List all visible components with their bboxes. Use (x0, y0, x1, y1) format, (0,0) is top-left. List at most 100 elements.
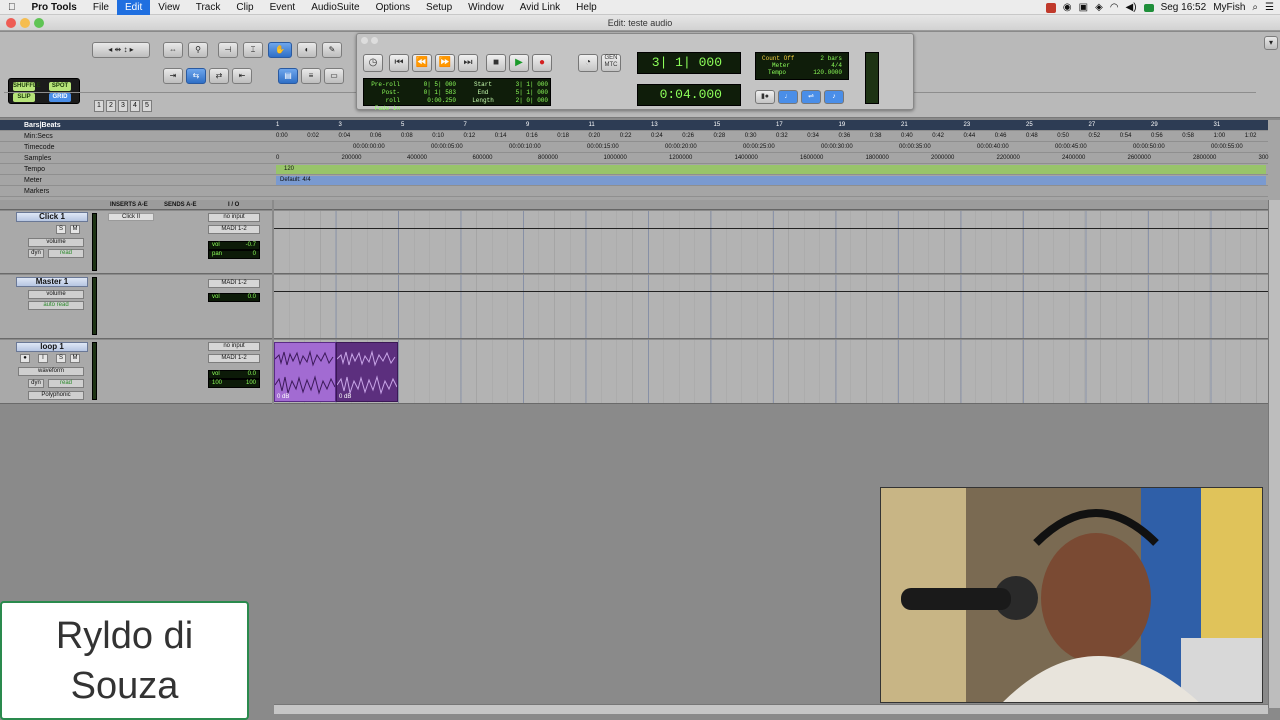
pan-value[interactable]: 0 (253, 251, 256, 258)
close-window-icon[interactable] (6, 18, 16, 28)
menu-help[interactable]: Help (568, 0, 605, 15)
toolbar-menu-icon[interactable]: ▾ (1264, 36, 1278, 50)
length-value[interactable]: 2| 0| 000 (504, 97, 548, 105)
menu-audiosuite[interactable]: AudioSuite (303, 0, 367, 15)
transport-minimize-icon[interactable] (371, 37, 378, 44)
wifi-icon[interactable]: ◠ (1110, 2, 1119, 13)
zoom-tool-icon[interactable]: ⚲ (188, 42, 208, 58)
menu-track[interactable]: Track (188, 0, 229, 15)
wait-for-note-icon[interactable]: ▮● (755, 90, 775, 104)
dyn-button[interactable]: dyn (28, 379, 44, 388)
online-icon[interactable]: ◷ (363, 54, 383, 72)
link-track-icon[interactable]: ⇄ (209, 68, 229, 84)
pan-display[interactable]: 100 100 (208, 379, 260, 388)
clock[interactable]: Seg 16:52 (1161, 2, 1207, 13)
mute-button[interactable]: M (70, 354, 80, 363)
elastic-audio-mode[interactable]: Polyphonic (28, 391, 84, 400)
preroll-value[interactable]: 0| 5| 000 (414, 81, 456, 89)
menu-view[interactable]: View (150, 0, 188, 15)
menu-options[interactable]: Options (368, 0, 418, 15)
network-icon[interactable]: ◈ (1095, 2, 1103, 13)
postroll-value[interactable]: 0| 1| 583 (414, 89, 456, 97)
volume-value[interactable]: 0.0 (248, 371, 256, 378)
menu-app[interactable]: Pro Tools (24, 0, 85, 15)
input-selector[interactable]: no input (208, 342, 260, 351)
automation-mode[interactable]: read (48, 249, 84, 258)
record-button[interactable]: ● (532, 54, 552, 72)
return-to-zero-icon[interactable]: ⏮ (389, 54, 409, 72)
bars-beats-ruler[interactable]: Bars|Beats 1 3 5 7 9 11 13 15 17 19 21 23 25 27 29 31 (0, 120, 1268, 131)
output-selector[interactable]: MADI 1-2 (208, 225, 260, 234)
vertical-scrollbar[interactable] (1268, 200, 1280, 708)
minimize-window-icon[interactable] (20, 18, 30, 28)
play-button[interactable]: ▶ (509, 54, 529, 72)
pan-right-value[interactable]: 100 (246, 380, 256, 387)
lane-master[interactable] (274, 275, 1268, 339)
automation-mode[interactable]: auto read (28, 301, 84, 310)
pan-display[interactable]: pan 0 (208, 250, 260, 259)
audio-clip[interactable]: 0 dB (336, 342, 398, 402)
track-view-selector[interactable]: volume (28, 290, 84, 299)
sync-icon[interactable]: ◔ (578, 54, 598, 72)
track-name[interactable]: loop 1 (16, 342, 88, 352)
lane-loop[interactable] (274, 340, 1268, 404)
spot-mode-button[interactable]: SPOT (49, 82, 71, 91)
grabber-tool-icon[interactable]: ✋ (268, 42, 292, 58)
output-selector[interactable]: MADI 1-2 (208, 354, 260, 363)
input-monitor-button[interactable]: I (38, 354, 48, 363)
tempo-marker[interactable]: 120 (284, 164, 294, 175)
menu-window[interactable]: Window (460, 0, 512, 15)
track-view-selector[interactable]: waveform (18, 367, 84, 376)
tab-to-transient-icon[interactable]: ⇥ (163, 68, 183, 84)
horizontal-scrollbar[interactable] (274, 704, 1268, 714)
track-master[interactable]: Master 1 volume auto read MADI 1-2 vol 0.… (0, 275, 272, 339)
solo-button[interactable]: S (56, 225, 66, 234)
lane-click[interactable] (274, 211, 1268, 274)
menu-file[interactable]: File (85, 0, 117, 15)
markers-ruler[interactable]: Markers (0, 186, 1268, 197)
selector-tool-icon[interactable]: ⌶ (243, 42, 263, 58)
solo-button[interactable]: S (56, 354, 66, 363)
flag-icon[interactable] (1143, 3, 1154, 12)
pencil-tool-icon[interactable]: ✎ (322, 42, 342, 58)
window-view-icon[interactable]: ▭ (324, 68, 344, 84)
track-name[interactable]: Click 1 (16, 212, 88, 222)
start-value[interactable]: 3| 1| 000 (504, 81, 548, 89)
rewind-icon[interactable]: ⏪ (412, 54, 432, 72)
go-to-end-icon[interactable]: ⏭ (458, 54, 478, 72)
track-loop[interactable]: loop 1 ● I S M waveform dyn read Polypho… (0, 340, 272, 404)
notification-center-icon[interactable]: ☰ (1265, 2, 1274, 13)
tempo-value[interactable]: 120.0000 (813, 69, 842, 76)
display-icon[interactable]: ▣ (1079, 2, 1088, 13)
sub-counter[interactable]: 0:04.000 (637, 84, 741, 106)
apple-icon[interactable]:  (0, 0, 24, 15)
zoom-buttons[interactable]: ◂ ⇹ ↕ ▸ (92, 42, 150, 58)
volume-value[interactable]: 0.0 (248, 294, 256, 301)
track-name[interactable]: Master 1 (16, 277, 88, 287)
shuffle-mode-button[interactable]: SHUFFLE (13, 82, 41, 91)
fast-forward-icon[interactable]: ⏩ (435, 54, 455, 72)
zoom-window-icon[interactable] (34, 18, 44, 28)
clip-gain[interactable]: 0 dB (277, 394, 289, 400)
main-counter[interactable]: 3| 1| 000 (637, 52, 741, 74)
record-status-icon[interactable] (1045, 2, 1056, 13)
volume-value[interactable]: -0.7 (246, 242, 256, 249)
audio-clip-selected[interactable]: 0 dB (274, 342, 336, 402)
automation-mode[interactable]: read (48, 379, 84, 388)
midi-merge-icon[interactable]: ⇌ (801, 90, 821, 104)
volume-display[interactable]: vol 0.0 (208, 370, 260, 379)
conductor-icon[interactable]: ♪ (824, 90, 844, 104)
grid-view-icon[interactable]: ▤ (278, 68, 298, 84)
pan-left-value[interactable]: 100 (212, 380, 222, 387)
volume-display[interactable]: vol -0.7 (208, 241, 260, 250)
output-selector[interactable]: MADI 1-2 (208, 279, 260, 288)
stop-button[interactable]: ■ (486, 54, 506, 72)
volume-display[interactable]: vol 0.0 (208, 293, 260, 302)
user-menu[interactable]: MyFish (1213, 2, 1245, 13)
spotlight-search-icon[interactable]: ⌕ (1252, 2, 1258, 13)
volume-icon[interactable]: ◀) (1126, 2, 1137, 13)
clip-gain[interactable]: 0 dB (339, 394, 351, 400)
list-view-icon[interactable]: ≡ (301, 68, 321, 84)
insertion-follows-icon[interactable]: ⇤ (232, 68, 252, 84)
menu-setup[interactable]: Setup (418, 0, 460, 15)
